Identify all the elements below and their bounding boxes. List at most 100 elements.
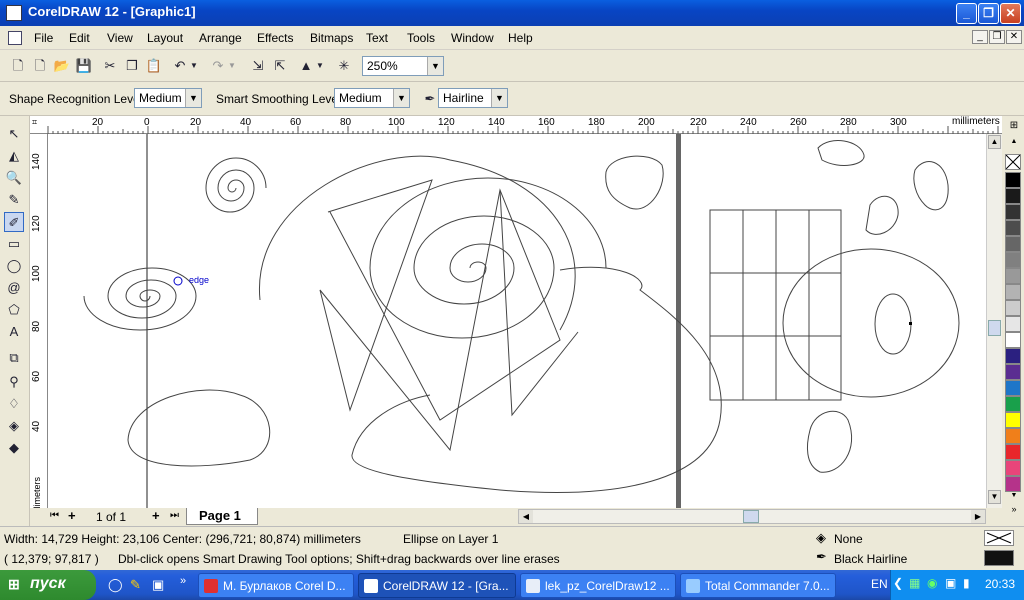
vertical-scrollbar[interactable]: ▲ ▼ [986,134,1002,508]
chevron-down-icon[interactable]: ▼ [393,89,409,107]
cut-icon[interactable]: ✂ [100,56,120,76]
tray-arrow-icon[interactable]: ❮ [893,576,903,590]
pick-tool-icon[interactable]: ↖ [4,124,24,144]
doc-restore-button[interactable]: ❐ [989,30,1005,44]
text-tool-icon[interactable]: A [4,322,24,342]
last-page-icon[interactable]: ⏭ [170,510,179,521]
outline-swatch-black[interactable] [984,550,1014,566]
paste-icon[interactable]: 📋 [144,56,164,76]
menu-help[interactable]: Help [508,31,533,45]
drawing-canvas[interactable]: edge [48,134,986,508]
outline-width-select[interactable]: Hairline ▼ [438,88,508,108]
horizontal-scrollbar[interactable]: ◀ ▶ [518,509,986,524]
color-swatch[interactable] [1005,412,1021,428]
interactive-fill-tool-icon[interactable]: ◆ [4,438,24,458]
interactive-blend-tool-icon[interactable]: ⧉ [4,348,24,368]
freehand-tool-icon[interactable]: ✎ [4,190,24,210]
chevron-down-icon[interactable]: ▼ [427,57,443,75]
fill-swatch-none[interactable] [984,530,1014,546]
scroll-down-icon[interactable]: ▼ [988,490,1001,504]
menu-bitmaps[interactable]: Bitmaps [310,31,353,45]
central-spiral[interactable] [369,177,607,339]
outline-pen-icon[interactable]: ✒ [816,549,827,565]
zoom-level-select[interactable]: 250% ▼ [362,56,444,76]
top-blob[interactable] [605,155,664,210]
open-icon[interactable]: 📂 [52,56,72,76]
add-page-after-icon[interactable]: + [152,508,160,523]
redo-icon[interactable]: ↷ [208,56,228,76]
menu-arrange[interactable]: Arrange [199,31,242,45]
scroll-left-icon[interactable]: ◀ [519,510,533,523]
quicklaunch-save-icon[interactable]: ▣ [152,577,164,593]
scroll-right-icon[interactable]: ▶ [971,510,985,523]
quicklaunch-more-icon[interactable]: » [180,575,186,587]
palette-scroll-down-icon[interactable]: ▼ [1006,492,1022,500]
outer-arc[interactable] [259,155,576,331]
palette-menu-icon[interactable]: ⊞ [1006,120,1022,134]
coreldraw-app-icon[interactable] [6,5,22,21]
freehand-curve[interactable] [351,266,722,493]
color-swatch[interactable] [1005,332,1021,348]
quicklaunch-opera-icon[interactable]: ◯ [108,577,123,593]
taskbar-item-word[interactable]: lek_pz_CorelDraw12 ... [520,573,676,598]
taskbar-item-pdf[interactable]: М. Бурлаков Corel D... [198,573,354,598]
menu-tools[interactable]: Tools [407,31,435,45]
color-swatch[interactable] [1005,380,1021,396]
color-swatch[interactable] [1005,236,1021,252]
palette-scroll-up-icon[interactable]: ▲ [1006,138,1022,146]
color-swatch[interactable] [1005,348,1021,364]
outline-tool-icon[interactable]: ♢ [4,394,24,414]
eyedropper-tool-icon[interactable]: ⚲ [4,372,24,392]
language-indicator[interactable]: EN [871,577,888,591]
close-button[interactable]: ✕ [1000,3,1021,24]
undo-dropdown-icon[interactable]: ▼ [188,56,200,76]
taskbar-item-total-commander[interactable]: Total Commander 7.0... [680,573,836,598]
color-swatch[interactable] [1005,396,1021,412]
palette-expand-icon[interactable]: » [1006,504,1022,518]
smart-drawing-tool-icon[interactable]: ✐ [4,212,24,232]
color-swatch[interactable] [1005,220,1021,236]
horizontal-scroll-thumb[interactable] [743,510,759,523]
doc-close-button[interactable]: ✕ [1006,30,1022,44]
redo-dropdown-icon[interactable]: ▼ [226,56,238,76]
menu-window[interactable]: Window [451,31,494,45]
spiral-tool-icon[interactable]: @ [4,278,24,298]
corel-online-icon[interactable]: ✳ [334,56,354,76]
tray-monitor-icon[interactable]: ▣ [945,576,956,590]
fill-bucket-icon[interactable]: ◈ [816,530,826,546]
chevron-down-icon[interactable]: ▼ [491,89,507,107]
color-swatch[interactable] [1005,284,1021,300]
first-page-icon[interactable]: ⏮ [50,510,59,521]
minimize-button[interactable]: _ [956,3,977,24]
shape-recognition-select[interactable]: Medium ▼ [134,88,202,108]
selected-ellipse[interactable] [874,293,912,355]
menu-file[interactable]: File [34,31,53,45]
application-launcher-icon[interactable]: ▲ [296,56,316,76]
right-blob-top[interactable] [817,140,865,166]
menu-effects[interactable]: Effects [257,31,293,45]
color-swatch[interactable] [1005,316,1021,332]
basic-shapes-tool-icon[interactable]: ⬠ [4,300,24,320]
new-icon[interactable]: 🗋 [8,56,28,76]
menu-layout[interactable]: Layout [147,31,183,45]
export-icon[interactable]: ⇱ [270,56,290,76]
ellipse-tool-icon[interactable]: ◯ [4,256,24,276]
right-blob-bottom[interactable] [806,410,853,473]
right-blob-side[interactable] [913,161,949,211]
smart-smoothing-select[interactable]: Medium ▼ [334,88,410,108]
undo-icon[interactable]: ↶ [170,56,190,76]
color-swatch[interactable] [1005,428,1021,444]
tray-antivirus-icon[interactable]: ◉ [927,576,937,590]
color-swatch[interactable] [1005,268,1021,284]
menu-view[interactable]: View [107,31,133,45]
rectangle-tool-icon[interactable]: ▭ [4,234,24,254]
color-swatch[interactable] [1005,476,1021,492]
right-blob-middle[interactable] [865,195,899,235]
menu-edit[interactable]: Edit [69,31,90,45]
shape-tool-icon[interactable]: ◭ [4,146,24,166]
fill-tool-icon[interactable]: ◈ [4,416,24,436]
page-tab[interactable]: Page 1 [186,508,258,525]
save-icon[interactable]: 💾 [74,56,94,76]
no-color-swatch[interactable] [1005,154,1021,170]
small-spiral[interactable] [205,157,267,213]
